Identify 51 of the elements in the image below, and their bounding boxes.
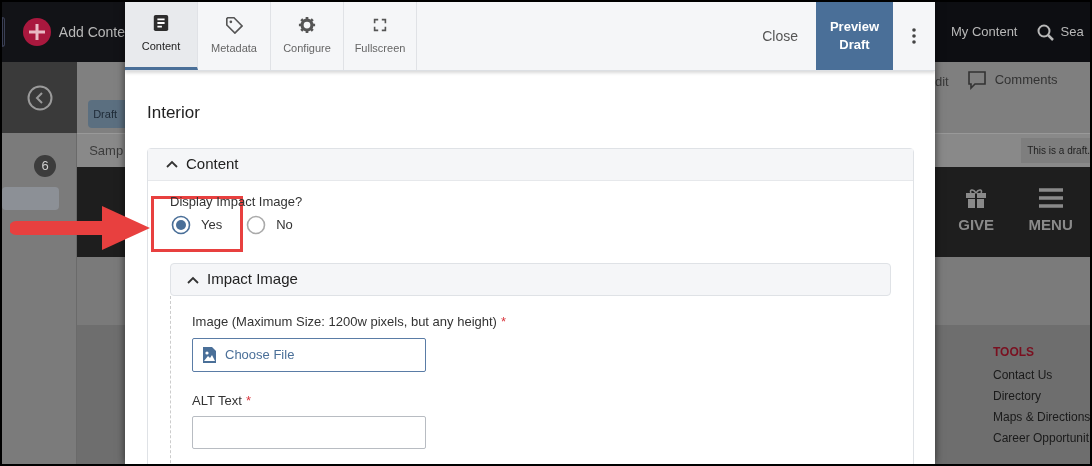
gear-icon bbox=[298, 15, 316, 34]
count-badge: 6 bbox=[34, 155, 57, 177]
search-label[interactable]: Sea bbox=[1060, 22, 1084, 42]
editor-tab[interactable]: Content bbox=[125, 2, 198, 70]
gift-icon bbox=[965, 187, 988, 208]
search-field-edge[interactable] bbox=[2, 17, 5, 47]
back-icon bbox=[26, 84, 53, 111]
alt-text-field[interactable] bbox=[192, 416, 426, 449]
image-file-icon bbox=[202, 345, 217, 364]
footer-link[interactable]: Directory bbox=[993, 386, 1090, 407]
comment-icon bbox=[966, 70, 987, 90]
editor-tab[interactable]: Metadata bbox=[198, 2, 271, 70]
comments-link[interactable]: Comments bbox=[994, 70, 1058, 90]
required-mark: * bbox=[500, 313, 506, 331]
footer-link[interactable]: Contact Us bbox=[993, 365, 1090, 386]
field-label: Image (Maximum Size: 1200w pixels, but any height) bbox=[192, 313, 497, 331]
field-label: ALT Text bbox=[192, 391, 242, 410]
page-title: Samp bbox=[89, 141, 124, 160]
menu-icon bbox=[1038, 187, 1063, 208]
section-header[interactable]: Content bbox=[148, 148, 913, 181]
give-link[interactable]: GIVE bbox=[958, 213, 995, 237]
editor-tab[interactable]: Configure bbox=[271, 2, 344, 70]
required-mark: * bbox=[245, 391, 251, 410]
my-content-link[interactable]: My Content bbox=[951, 22, 1018, 42]
tag-icon bbox=[225, 15, 243, 34]
tools-heading: TOOLS bbox=[993, 344, 1036, 361]
document-icon bbox=[152, 14, 170, 33]
subsection-title: Impact Image bbox=[207, 269, 298, 290]
radio-option[interactable]: Yes bbox=[171, 215, 233, 235]
form-title: Interior bbox=[147, 102, 201, 124]
pointer-arrow-icon bbox=[10, 204, 152, 252]
chevron-up-icon bbox=[187, 275, 199, 284]
editor-tab[interactable]: Fullscreen bbox=[344, 2, 417, 70]
sidebar-item[interactable] bbox=[2, 187, 59, 210]
preview-draft-button[interactable]: Preview Draft bbox=[816, 2, 893, 70]
radio-option[interactable]: No bbox=[246, 215, 303, 235]
subsection-header[interactable]: Impact Image bbox=[170, 263, 891, 296]
status-chip: Draft bbox=[88, 100, 125, 128]
add-content-label[interactable]: Add Conte bbox=[58, 21, 125, 43]
section-title: Content bbox=[186, 153, 239, 174]
footer-link[interactable]: Maps & Directions bbox=[993, 407, 1090, 428]
menu-link[interactable]: MENU bbox=[1028, 213, 1073, 237]
edit-link[interactable]: dit bbox=[935, 72, 949, 92]
chevron-up-icon bbox=[166, 160, 178, 168]
footer-link[interactable]: Career Opportunit bbox=[993, 428, 1090, 449]
close-button[interactable]: Close bbox=[744, 2, 816, 70]
draft-notice: This is a draft. bbox=[1021, 138, 1090, 163]
more-options-icon bbox=[912, 28, 916, 44]
choose-file-button[interactable]: Choose File bbox=[192, 337, 426, 372]
search-icon bbox=[1037, 23, 1055, 41]
add-icon bbox=[22, 18, 51, 46]
